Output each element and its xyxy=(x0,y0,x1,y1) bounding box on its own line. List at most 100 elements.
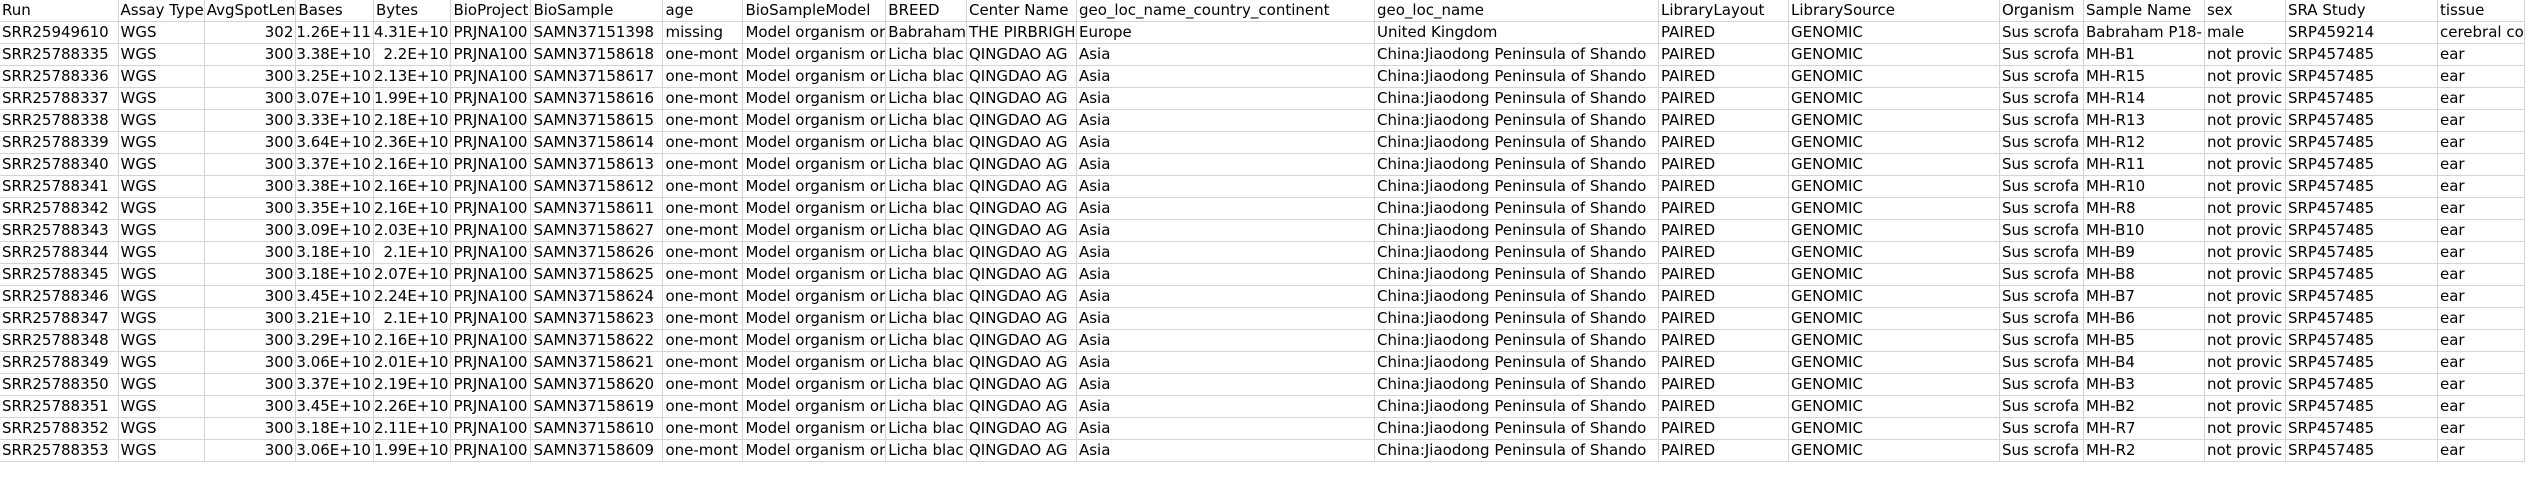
table-cell[interactable]: Asia xyxy=(1076,43,1375,66)
table-cell[interactable]: MH-R13 xyxy=(2083,109,2205,132)
table-cell[interactable]: QINGDAO AG xyxy=(966,285,1077,308)
table-cell[interactable]: PRJNA100 xyxy=(450,373,532,396)
table-cell[interactable]: China:Jiaodong Peninsula of Shando xyxy=(1374,417,1659,440)
table-cell[interactable]: PRJNA100 xyxy=(450,241,532,264)
table-cell[interactable]: 4.31E+10 xyxy=(373,21,452,44)
table-cell[interactable]: 300 xyxy=(204,131,297,154)
table-cell[interactable]: 300 xyxy=(204,43,297,66)
table-cell[interactable]: Asia xyxy=(1076,417,1375,440)
table-cell[interactable]: 3.18E+10 xyxy=(295,263,374,286)
table-cell[interactable]: Asia xyxy=(1076,285,1375,308)
table-cell[interactable]: SRR25788348 xyxy=(0,329,119,352)
table-cell[interactable]: WGS xyxy=(118,285,205,308)
table-cell[interactable]: SAMN37158610 xyxy=(530,417,664,440)
table-cell[interactable]: PAIRED xyxy=(1658,175,1789,198)
table-cell[interactable]: 300 xyxy=(204,373,297,396)
table-cell[interactable]: Model organism or xyxy=(742,263,887,286)
table-cell[interactable]: QINGDAO AG xyxy=(966,417,1077,440)
table-cell[interactable]: PRJNA100 xyxy=(450,21,532,44)
table-cell[interactable]: 300 xyxy=(204,395,297,418)
table-cell[interactable]: 300 xyxy=(204,219,297,242)
table-cell[interactable]: QINGDAO AG xyxy=(966,307,1077,330)
table-cell[interactable]: one-mont xyxy=(662,285,744,308)
table-cell[interactable]: WGS xyxy=(118,219,205,242)
table-cell[interactable]: SRR25788353 xyxy=(0,439,119,462)
table-cell[interactable]: SRP457485 xyxy=(2285,87,2438,110)
column-header[interactable]: Organism xyxy=(1999,0,2084,22)
table-cell[interactable]: China:Jiaodong Peninsula of Shando xyxy=(1374,395,1659,418)
table-cell[interactable]: not provic xyxy=(2204,219,2286,242)
table-cell[interactable]: SAMN37158620 xyxy=(530,373,664,396)
table-cell[interactable]: 2.11E+10 xyxy=(373,417,452,440)
table-cell[interactable]: SRP457485 xyxy=(2285,43,2438,66)
table-cell[interactable]: PAIRED xyxy=(1658,307,1789,330)
table-cell[interactable]: MH-B1 xyxy=(2083,43,2205,66)
table-cell[interactable]: Model organism or xyxy=(742,307,887,330)
table-cell[interactable]: SRP457485 xyxy=(2285,65,2438,88)
table-cell[interactable]: Asia xyxy=(1076,241,1375,264)
table-cell[interactable]: GENOMIC xyxy=(1788,351,2000,374)
table-cell[interactable]: Asia xyxy=(1076,109,1375,132)
table-cell[interactable]: GENOMIC xyxy=(1788,21,2000,44)
table-cell[interactable]: 3.38E+10 xyxy=(295,43,374,66)
table-cell[interactable]: Licha blac xyxy=(885,43,967,66)
table-cell[interactable]: SAMN37158623 xyxy=(530,307,664,330)
table-cell[interactable]: not provic xyxy=(2204,439,2286,462)
table-cell[interactable]: WGS xyxy=(118,197,205,220)
table-cell[interactable]: China:Jiaodong Peninsula of Shando xyxy=(1374,175,1659,198)
table-cell[interactable]: MH-B10 xyxy=(2083,219,2205,242)
table-cell[interactable]: ear xyxy=(2437,65,2525,88)
table-cell[interactable]: QINGDAO AG xyxy=(966,241,1077,264)
table-cell[interactable]: ear xyxy=(2437,329,2525,352)
table-cell[interactable]: GENOMIC xyxy=(1788,197,2000,220)
table-cell[interactable]: PAIRED xyxy=(1658,285,1789,308)
table-cell[interactable]: not provic xyxy=(2204,153,2286,176)
table-cell[interactable]: WGS xyxy=(118,65,205,88)
column-header[interactable]: Bases xyxy=(295,0,374,22)
table-cell[interactable]: SAMN37158619 xyxy=(530,395,664,418)
column-header[interactable]: BREED xyxy=(885,0,967,22)
table-cell[interactable]: SRP457485 xyxy=(2285,109,2438,132)
table-cell[interactable]: China:Jiaodong Peninsula of Shando xyxy=(1374,131,1659,154)
table-cell[interactable]: SAMN37151398 xyxy=(530,21,664,44)
table-cell[interactable]: ear xyxy=(2437,43,2525,66)
table-cell[interactable]: China:Jiaodong Peninsula of Shando xyxy=(1374,439,1659,462)
table-cell[interactable]: SRR25788336 xyxy=(0,65,119,88)
table-cell[interactable]: QINGDAO AG xyxy=(966,329,1077,352)
table-cell[interactable]: QINGDAO AG xyxy=(966,87,1077,110)
table-cell[interactable]: Model organism or xyxy=(742,395,887,418)
table-cell[interactable]: 3.18E+10 xyxy=(295,241,374,264)
table-cell[interactable]: QINGDAO AG xyxy=(966,43,1077,66)
table-cell[interactable]: WGS xyxy=(118,241,205,264)
column-header[interactable]: LibrarySource xyxy=(1788,0,2000,22)
table-cell[interactable]: Model organism or xyxy=(742,153,887,176)
table-cell[interactable]: PRJNA100 xyxy=(450,395,532,418)
table-cell[interactable]: ear xyxy=(2437,351,2525,374)
table-cell[interactable]: Sus scrofa xyxy=(1999,373,2084,396)
table-cell[interactable]: GENOMIC xyxy=(1788,263,2000,286)
table-cell[interactable]: Sus scrofa xyxy=(1999,439,2084,462)
table-cell[interactable]: PRJNA100 xyxy=(450,351,532,374)
table-cell[interactable]: Model organism or xyxy=(742,87,887,110)
table-cell[interactable]: one-mont xyxy=(662,351,744,374)
table-cell[interactable]: MH-R15 xyxy=(2083,65,2205,88)
table-cell[interactable]: PRJNA100 xyxy=(450,219,532,242)
table-cell[interactable]: GENOMIC xyxy=(1788,373,2000,396)
table-cell[interactable]: Licha blac xyxy=(885,241,967,264)
table-cell[interactable]: Model organism or xyxy=(742,219,887,242)
table-cell[interactable]: 300 xyxy=(204,87,297,110)
table-cell[interactable]: not provic xyxy=(2204,241,2286,264)
table-cell[interactable]: 3.29E+10 xyxy=(295,329,374,352)
table-cell[interactable]: one-mont xyxy=(662,197,744,220)
table-cell[interactable]: Licha blac xyxy=(885,87,967,110)
table-cell[interactable]: ear xyxy=(2437,307,2525,330)
table-cell[interactable]: SAMN37158627 xyxy=(530,219,664,242)
table-cell[interactable]: GENOMIC xyxy=(1788,285,2000,308)
table-cell[interactable]: 3.45E+10 xyxy=(295,285,374,308)
table-cell[interactable]: Licha blac xyxy=(885,175,967,198)
table-cell[interactable]: SRP459214 xyxy=(2285,21,2438,44)
table-cell[interactable]: Sus scrofa xyxy=(1999,21,2084,44)
table-cell[interactable]: SRR25788335 xyxy=(0,43,119,66)
table-cell[interactable]: PAIRED xyxy=(1658,329,1789,352)
table-cell[interactable]: 2.2E+10 xyxy=(373,43,452,66)
